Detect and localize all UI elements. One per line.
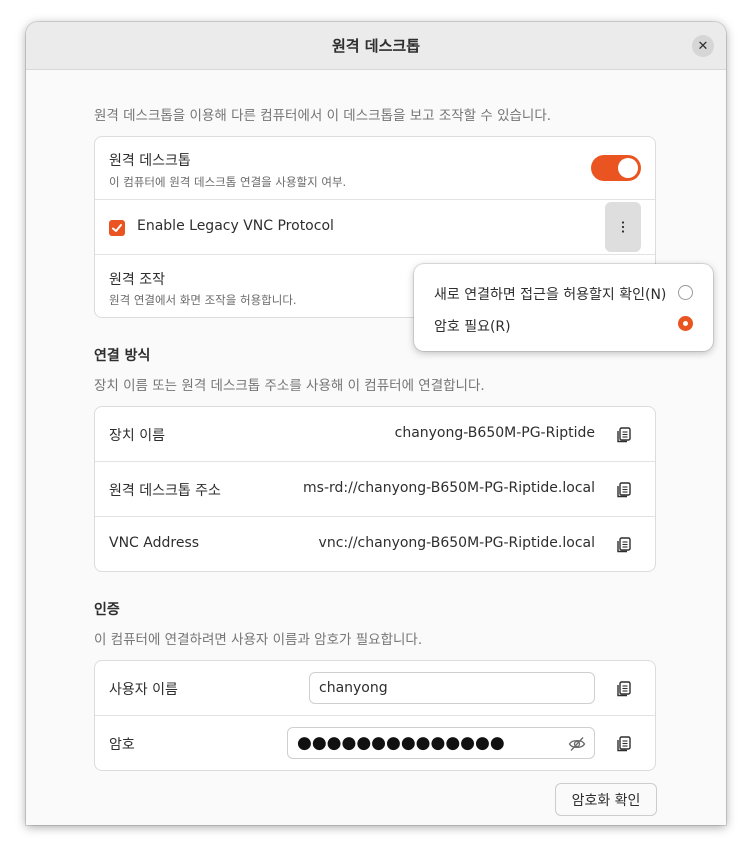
more-vertical-icon — [621, 221, 625, 233]
switch-knob — [618, 158, 638, 178]
connection-section-title: 연결 방식 — [94, 348, 151, 364]
remote-control-title: 원격 조작 — [109, 272, 165, 288]
titlebar: 원격 데스크톱 ✕ — [26, 22, 726, 70]
check-icon — [112, 224, 122, 232]
username-label: 사용자 이름 — [109, 682, 178, 698]
legacy-vnc-row: Enable Legacy VNC Protocol — [95, 200, 655, 255]
rdp-address-row: 원격 데스크톱 주소 ms-rd://chanyong-B650M-PG-Rip… — [95, 462, 655, 517]
copy-icon[interactable] — [617, 482, 631, 498]
remote-desktop-title: 원격 데스크톱 — [109, 153, 191, 169]
legacy-vnc-checkbox[interactable] — [109, 220, 125, 236]
auth-desc: 이 컴퓨터에 연결하려면 사용자 이름과 암호가 필요합니다. — [94, 632, 423, 648]
username-input[interactable]: chanyong — [309, 672, 595, 704]
radio-confirm-access[interactable] — [678, 285, 693, 300]
password-label: 암호 — [109, 737, 135, 753]
remote-desktop-subtitle: 이 컴퓨터에 원격 데스크톱 연결을 사용할지 여부. — [109, 175, 347, 189]
eye-slash-icon[interactable] — [568, 735, 586, 753]
vnc-options-menu-button[interactable] — [605, 202, 641, 252]
rdp-address-label: 원격 데스크톱 주소 — [109, 483, 221, 499]
remote-desktop-switch[interactable] — [591, 155, 641, 181]
password-dots: ●●●●●●●●●●●●●● — [297, 733, 505, 753]
rdp-address-value: ms-rd://chanyong-B650M-PG-Riptide.local — [303, 480, 595, 496]
popover-option-require-password[interactable]: 암호 필요(R) — [434, 316, 511, 336]
remote-control-subtitle: 원격 연결에서 화면 조작을 허용합니다. — [109, 293, 297, 307]
username-row: 사용자 이름 chanyong — [95, 661, 655, 716]
close-button[interactable]: ✕ — [692, 35, 714, 57]
copy-icon[interactable] — [617, 537, 631, 553]
vnc-options-popover: 새로 연결하면 접근을 허용할지 확인(N) 암호 필요(R) — [414, 264, 713, 351]
vnc-address-label: VNC Address — [109, 535, 200, 551]
remote-desktop-row: 원격 데스크톱 이 컴퓨터에 원격 데스크톱 연결을 사용할지 여부. — [95, 137, 655, 200]
legacy-vnc-label: Enable Legacy VNC Protocol — [137, 218, 334, 234]
password-input[interactable]: ●●●●●●●●●●●●●● — [287, 727, 595, 759]
popover-option-confirm-access[interactable]: 새로 연결하면 접근을 허용할지 확인(N) — [434, 284, 666, 304]
vnc-address-row: VNC Address vnc://chanyong-B650M-PG-Ript… — [95, 517, 655, 571]
device-name-value: chanyong-B650M-PG-Riptide — [394, 425, 595, 441]
password-row: 암호 ●●●●●●●●●●●●●● — [95, 716, 655, 770]
radio-require-password[interactable] — [678, 316, 693, 331]
intro-text: 원격 데스크톱을 이용해 다른 컴퓨터에서 이 데스크톱을 보고 조작할 수 있… — [94, 108, 552, 124]
auth-section-title: 인증 — [94, 602, 120, 618]
vnc-address-value: vnc://chanyong-B650M-PG-Riptide.local — [318, 535, 595, 551]
device-name-row: 장치 이름 chanyong-B650M-PG-Riptide — [95, 407, 655, 462]
copy-icon[interactable] — [617, 427, 631, 443]
remote-desktop-window: 원격 데스크톱 ✕ 원격 데스크톱을 이용해 다른 컴퓨터에서 이 데스크톱을 … — [26, 22, 726, 825]
connection-card: 장치 이름 chanyong-B650M-PG-Riptide 원격 데스크톱 … — [94, 406, 656, 572]
username-value: chanyong — [319, 680, 388, 696]
device-name-label: 장치 이름 — [109, 428, 165, 444]
auth-card: 사용자 이름 chanyong 암호 ●●●●●●●●●●●●●● — [94, 660, 656, 771]
copy-icon[interactable] — [617, 736, 631, 752]
copy-icon[interactable] — [617, 681, 631, 697]
verify-encryption-button[interactable]: 암호화 확인 — [555, 783, 657, 816]
window-title: 원격 데스크톱 — [331, 37, 421, 55]
connection-desc: 장치 이름 또는 원격 데스크톱 주소를 사용해 이 컴퓨터에 연결합니다. — [94, 378, 485, 394]
close-icon: ✕ — [697, 38, 709, 54]
